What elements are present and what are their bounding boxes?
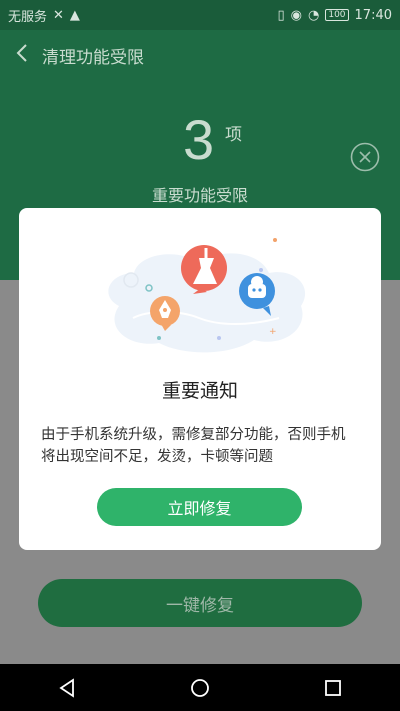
eye-icon: ◉ [290,7,302,23]
repair-now-button[interactable]: 立即修复 [97,488,302,526]
close-icon [350,142,380,172]
clock: 17:40 [354,7,392,23]
status-right: ▯ ◉ ◔ 100 17:40 [278,8,393,23]
battery-icon: 100 [325,9,349,21]
dialog-message: 由于手机系统升级，需修复部分功能，否则手机将出现空间不足，发烫，卡顿等问题 [41,427,346,465]
nav-recents-button[interactable] [303,664,363,711]
wifi-icon: ◔ [308,7,320,23]
restricted-label: 重要功能受限 [151,186,248,205]
home-nav-icon [191,678,209,697]
restricted-count: 3 [183,108,215,171]
back-button[interactable] [12,40,32,66]
cleaner-icon: ▲ [69,7,80,23]
back-nav-icon [59,677,74,698]
nav-back-button[interactable] [37,664,97,711]
dialog-title: 重要通知 [161,380,238,402]
status-left: 无服务 ✕ ▲ [8,6,80,25]
back-icon [16,44,27,62]
notice-dialog: + 重要通知 由于手机系统升级，需修复部分功能，否则手机将出现空间不足，发烫，卡… [19,208,381,550]
recents-nav-icon [325,679,342,696]
vibrate-icon: ▯ [277,7,285,23]
svg-text:+: + [269,327,277,337]
page-title: 清理功能受限 [42,48,144,68]
no-sim-icon: ✕ [53,7,64,23]
navigation-bar [0,664,400,711]
illustration: + [108,238,306,353]
close-button[interactable] [350,142,380,172]
nav-home-button[interactable] [170,664,230,711]
fix-all-button[interactable]: 一键修复 [38,579,362,627]
count-unit: 项 [225,125,242,145]
carrier-text: 无服务 [8,9,48,25]
status-bar: 无服务 ✕ ▲ ▯ ◉ ◔ 100 17:40 [0,0,400,30]
